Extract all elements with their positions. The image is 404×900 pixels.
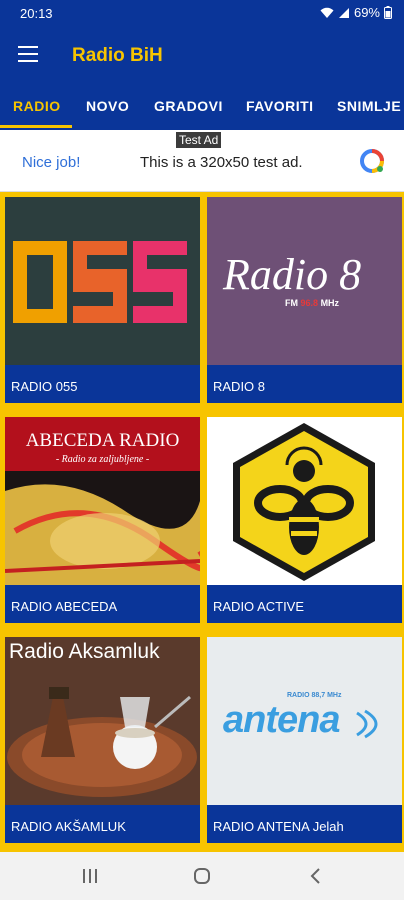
station-name: RADIO ACTIVE bbox=[213, 599, 305, 614]
tab-radio[interactable]: RADIO bbox=[13, 98, 61, 114]
home-icon[interactable] bbox=[190, 864, 214, 888]
battery-icon bbox=[384, 6, 392, 19]
tab-indicator bbox=[0, 125, 72, 128]
app-title: Radio BiH bbox=[72, 45, 163, 66]
station-name: RADIO AKŠAMLUK bbox=[11, 819, 126, 834]
ad-logo-icon bbox=[360, 149, 384, 173]
station-name: RADIO ANTENA Jelah bbox=[213, 819, 344, 834]
wifi-icon bbox=[320, 7, 334, 18]
station-logo bbox=[207, 417, 402, 585]
station-logo: Radio Aksamluk bbox=[5, 637, 200, 805]
ad-text: This is a 320x50 test ad. bbox=[140, 154, 303, 171]
station-logo: Radio 8 FM 96.8 MHz bbox=[207, 197, 402, 365]
status-time: 20:13 bbox=[20, 6, 53, 21]
ad-banner[interactable]: Test Ad Nice job! This is a 320x50 test … bbox=[0, 130, 404, 192]
logo-text: antena bbox=[223, 699, 340, 741]
system-nav-bar bbox=[0, 852, 404, 900]
bee-icon bbox=[233, 423, 375, 581]
station-grid: RADIO 055 Radio 8 FM 96.8 MHz RADIO 8 AB… bbox=[0, 192, 404, 852]
station-logo bbox=[5, 197, 200, 365]
status-icons: 69% bbox=[320, 5, 392, 20]
tab-snimljeno[interactable]: SNIMLJE bbox=[337, 98, 401, 114]
station-card[interactable]: ABECEDA RADIO - Radio za zaljubljene - R… bbox=[5, 417, 200, 623]
station-name: RADIO 8 bbox=[213, 379, 266, 394]
app-bar: Radio BiH bbox=[0, 28, 404, 84]
station-card[interactable]: RADIO ACTIVE bbox=[207, 417, 402, 623]
logo-text: ABECEDA RADIO bbox=[25, 430, 180, 451]
tab-favoriti[interactable]: FAVORITI bbox=[246, 98, 314, 114]
ad-tag: Test Ad bbox=[176, 132, 222, 148]
station-card[interactable]: RADIO 055 bbox=[5, 197, 200, 403]
logo-subtext: RADIO 88,7 MHz bbox=[287, 692, 342, 699]
ad-cta[interactable]: Nice job! bbox=[22, 154, 80, 171]
station-card[interactable]: Radio 8 FM 96.8 MHz RADIO 8 bbox=[207, 197, 402, 403]
tab-gradovi[interactable]: GRADOVI bbox=[154, 98, 223, 114]
hamburger-menu-icon[interactable] bbox=[18, 46, 38, 62]
recent-apps-icon[interactable] bbox=[78, 864, 102, 888]
back-icon[interactable] bbox=[304, 864, 328, 888]
station-name: RADIO ABECEDA bbox=[11, 599, 118, 614]
tab-novo[interactable]: NOVO bbox=[86, 98, 129, 114]
status-bar: 20:13 69% bbox=[0, 0, 404, 28]
tab-bar: RADIO NOVO GRADOVI FAVORITI SNIMLJE bbox=[0, 84, 404, 130]
battery-percent: 69% bbox=[353, 5, 380, 20]
station-card[interactable]: RADIO 88,7 MHz antena RADIO ANTENA Jelah bbox=[207, 637, 402, 843]
logo-text: Radio Aksamluk bbox=[9, 640, 160, 663]
signal-icon bbox=[338, 7, 349, 18]
logo-subtext: - Radio za zaljubljene - bbox=[55, 454, 150, 465]
logo-subtext: FM 96.8 MHz bbox=[285, 298, 340, 308]
station-logo: ABECEDA RADIO - Radio za zaljubljene - bbox=[5, 417, 200, 585]
station-card[interactable]: Radio Aksamluk RADIO AKŠAMLUK bbox=[5, 637, 200, 843]
logo-text: Radio 8 bbox=[223, 250, 362, 299]
station-logo: RADIO 88,7 MHz antena bbox=[207, 637, 402, 805]
station-name: RADIO 055 bbox=[11, 379, 78, 394]
